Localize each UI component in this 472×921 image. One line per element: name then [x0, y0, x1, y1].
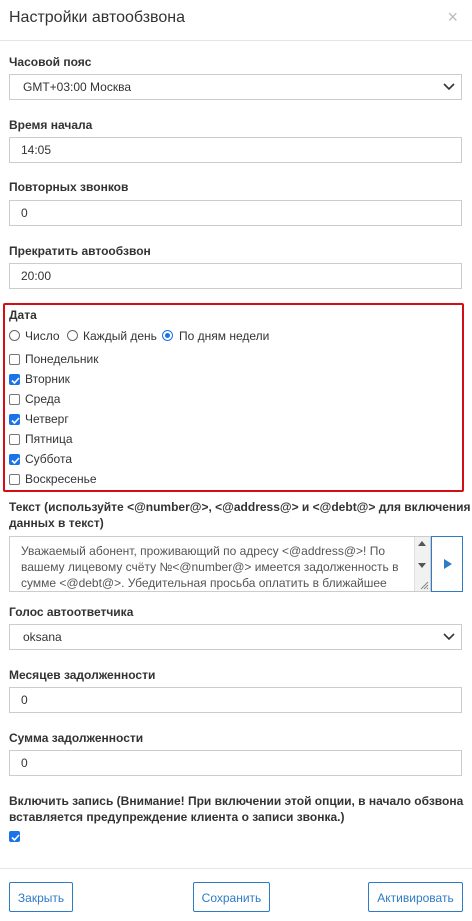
- check-icon: [11, 417, 20, 425]
- stop-time-label: Прекратить автообзвон: [9, 244, 151, 258]
- chevron-down-icon: [443, 633, 455, 641]
- checkbox-thursday[interactable]: [9, 414, 20, 425]
- text-label-line2: данных в текст): [9, 516, 104, 530]
- voice-value: oksana: [23, 630, 62, 644]
- debt-sum-label: Сумма задолженности: [9, 731, 144, 745]
- debt-months-input[interactable]: 0: [9, 687, 462, 713]
- dialog-header: Настройки автообзвона ×: [0, 0, 472, 41]
- play-icon: [444, 559, 452, 569]
- checkbox-record[interactable]: [9, 831, 20, 842]
- close-button[interactable]: Закрыть: [9, 882, 73, 912]
- debt-sum-input[interactable]: 0: [9, 750, 462, 776]
- check-icon: [11, 377, 20, 385]
- radio-number[interactable]: [9, 330, 20, 341]
- checkbox-saturday[interactable]: [9, 454, 20, 465]
- scroll-up-icon[interactable]: [418, 541, 426, 546]
- thursday-label: Четверг: [25, 412, 69, 426]
- stop-time-input[interactable]: 20:00: [9, 263, 462, 289]
- checkbox-monday[interactable]: [9, 354, 20, 365]
- saturday-label: Суббота: [25, 452, 72, 466]
- timezone-select[interactable]: GMT+03:00 Москва: [9, 74, 462, 100]
- message-textarea[interactable]: Уважаемый абонент, проживающий по адресу…: [9, 536, 431, 592]
- chevron-down-icon: [443, 83, 455, 91]
- voice-label: Голос автоответчика: [9, 605, 134, 619]
- close-icon[interactable]: ×: [447, 8, 458, 26]
- checkbox-wednesday[interactable]: [9, 394, 20, 405]
- start-time-input[interactable]: 14:05: [9, 137, 462, 163]
- save-button[interactable]: Сохранить: [193, 882, 270, 912]
- friday-label: Пятница: [25, 432, 73, 446]
- wednesday-label: Среда: [25, 392, 61, 406]
- date-label: Дата: [9, 308, 37, 322]
- start-time-label: Время начала: [9, 118, 93, 132]
- monday-label: Понедельник: [25, 352, 99, 366]
- activate-button[interactable]: Активировать: [368, 882, 463, 912]
- resize-grip-icon[interactable]: [419, 580, 429, 590]
- checkbox-sunday[interactable]: [9, 474, 20, 485]
- check-icon: [11, 457, 20, 465]
- checkbox-tuesday[interactable]: [9, 374, 20, 385]
- play-text-button[interactable]: [431, 536, 463, 592]
- radio-number-label: Число: [25, 329, 60, 343]
- debt-months-label: Месяцев задолженности: [9, 668, 156, 682]
- timezone-value: GMT+03:00 Москва: [23, 80, 131, 94]
- footer-divider: [0, 868, 472, 869]
- check-icon: [11, 834, 20, 842]
- repeat-calls-input[interactable]: 0: [9, 200, 462, 226]
- radio-by-weekday[interactable]: [162, 330, 173, 341]
- repeat-calls-label: Повторных звонков: [9, 180, 129, 194]
- timezone-label: Часовой пояс: [9, 55, 92, 69]
- radio-every-day-label: Каждый день: [83, 329, 157, 343]
- dialog-title: Настройки автообзвона: [9, 9, 185, 26]
- scroll-down-icon[interactable]: [418, 563, 426, 568]
- sunday-label: Воскресенье: [25, 472, 97, 486]
- checkbox-friday[interactable]: [9, 434, 20, 445]
- tuesday-label: Вторник: [25, 372, 70, 386]
- radio-every-day[interactable]: [67, 330, 78, 341]
- record-label-line1: Включить запись (Внимание! При включении…: [9, 794, 464, 808]
- radio-by-weekday-label: По дням недели: [179, 329, 270, 343]
- message-text: Уважаемый абонент, проживающий по адресу…: [21, 544, 399, 590]
- voice-select[interactable]: oksana: [9, 624, 462, 650]
- text-label-line1: Текст (используйте <@number@>, <@address…: [9, 500, 471, 514]
- record-label-line2: вставляется предупреждение клиента о зап…: [9, 810, 345, 824]
